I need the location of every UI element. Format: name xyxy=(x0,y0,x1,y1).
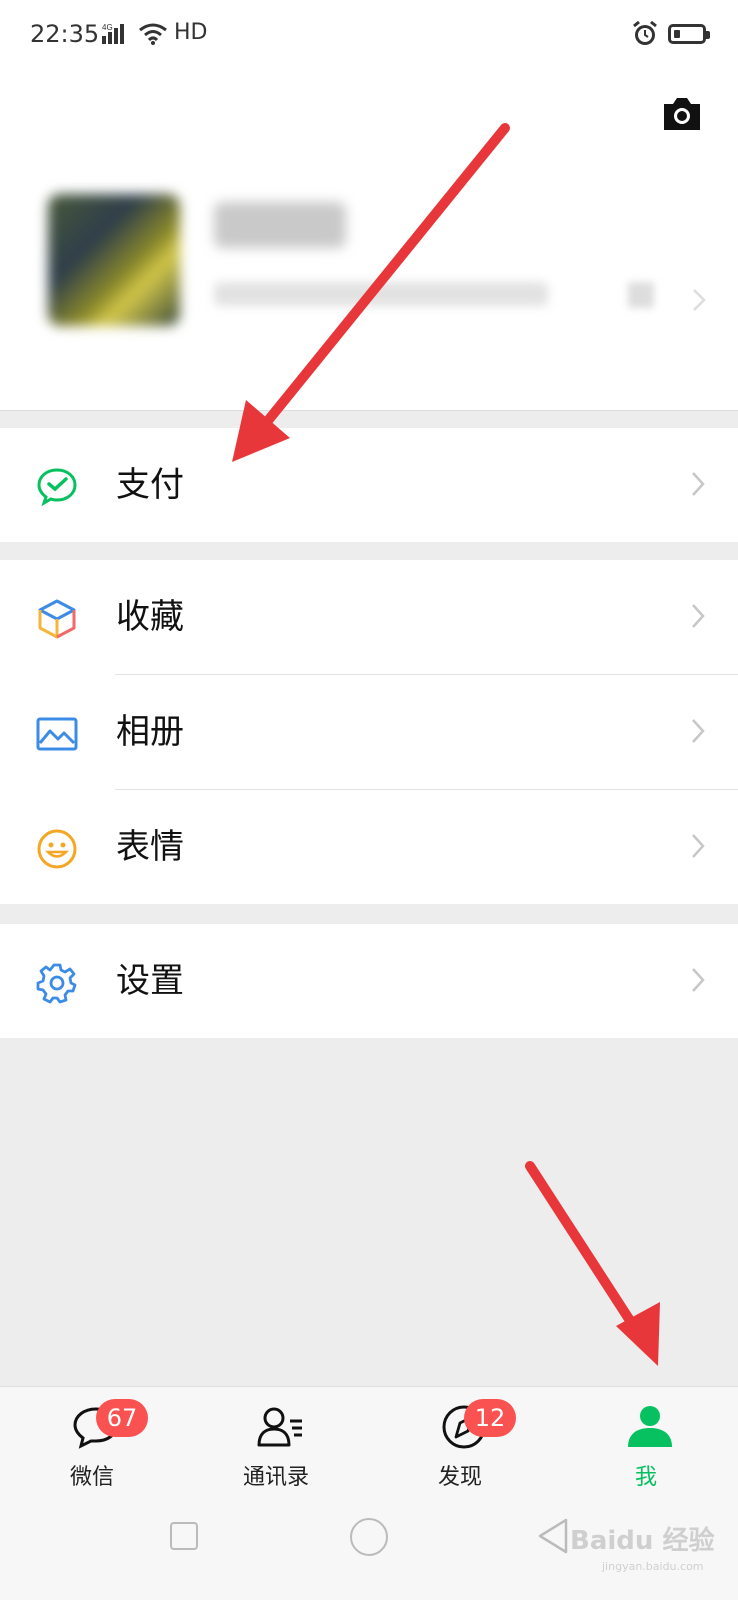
wifi-icon xyxy=(138,22,168,50)
hd-indicator: HD xyxy=(174,20,208,45)
watermark: Baidu 经验 xyxy=(570,1526,715,1556)
person-icon xyxy=(626,1403,674,1451)
menu-group-media: 收藏 相册 表情 xyxy=(0,560,738,904)
profile-header[interactable] xyxy=(0,76,738,411)
chevron-right-icon xyxy=(690,966,706,998)
gear-icon xyxy=(36,962,78,1004)
home-button[interactable] xyxy=(350,1518,388,1556)
smiley-icon xyxy=(36,828,78,870)
alarm-icon xyxy=(632,20,658,52)
watermark-url: jingyan.baidu.com xyxy=(602,1560,704,1573)
battery-icon xyxy=(668,24,710,44)
menu-group-pay: 支付 xyxy=(0,428,738,542)
recent-apps-button[interactable] xyxy=(170,1522,198,1550)
camera-icon[interactable] xyxy=(660,94,704,138)
menu-label-album: 相册 xyxy=(116,712,184,752)
menu-item-settings[interactable]: 设置 xyxy=(0,924,738,1038)
menu-item-favorites[interactable]: 收藏 xyxy=(0,560,738,674)
tab-label-me: 我 xyxy=(634,1465,657,1490)
contacts-icon xyxy=(256,1403,304,1451)
unread-badge: 67 xyxy=(96,1399,148,1437)
chevron-right-icon xyxy=(690,470,706,502)
profile-name xyxy=(214,202,346,248)
tab-label-discover: 发现 xyxy=(437,1465,482,1490)
tab-label-chats: 微信 xyxy=(69,1465,114,1490)
signal-icon: 4G xyxy=(102,22,132,50)
menu-label-settings: 设置 xyxy=(116,961,184,1001)
annotation-arrow-me xyxy=(525,1161,660,1366)
album-image-icon xyxy=(36,713,78,755)
tab-discover[interactable]: 12 发现 xyxy=(400,1387,520,1491)
tab-me[interactable]: 我 xyxy=(586,1387,706,1491)
menu-label-favorites: 收藏 xyxy=(116,597,184,637)
menu-label-stickers: 表情 xyxy=(116,827,184,867)
chevron-right-icon xyxy=(690,717,706,749)
unread-badge: 12 xyxy=(464,1399,516,1437)
tab-label-contacts: 通讯录 xyxy=(242,1465,309,1490)
chevron-right-icon xyxy=(692,288,706,316)
tab-chats[interactable]: 67 微信 xyxy=(32,1387,152,1491)
status-time: 22:35 xyxy=(30,20,100,48)
back-button[interactable] xyxy=(536,1516,570,1560)
menu-item-pay[interactable]: 支付 xyxy=(0,428,738,542)
bottom-tab-bar: 67 微信 通讯录 12 发现 我 xyxy=(0,1386,738,1491)
profile-wechat-id xyxy=(214,282,548,306)
menu-label-pay: 支付 xyxy=(116,465,184,505)
favorites-cube-icon xyxy=(36,598,78,640)
menu-item-album[interactable]: 相册 xyxy=(0,675,738,789)
menu-item-stickers[interactable]: 表情 xyxy=(0,790,738,904)
tab-contacts[interactable]: 通讯录 xyxy=(216,1387,336,1491)
wechat-pay-icon xyxy=(36,466,78,508)
network-type-label: 4G xyxy=(102,23,113,32)
chevron-right-icon xyxy=(690,602,706,634)
chevron-right-icon xyxy=(690,832,706,864)
qr-code-icon[interactable] xyxy=(628,282,654,308)
avatar[interactable] xyxy=(48,194,180,326)
status-bar: 22:35 4G HD xyxy=(0,0,738,76)
system-nav-bar: Baidu 经验 jingyan.baidu.com xyxy=(0,1490,738,1600)
menu-group-settings: 设置 xyxy=(0,924,738,1038)
